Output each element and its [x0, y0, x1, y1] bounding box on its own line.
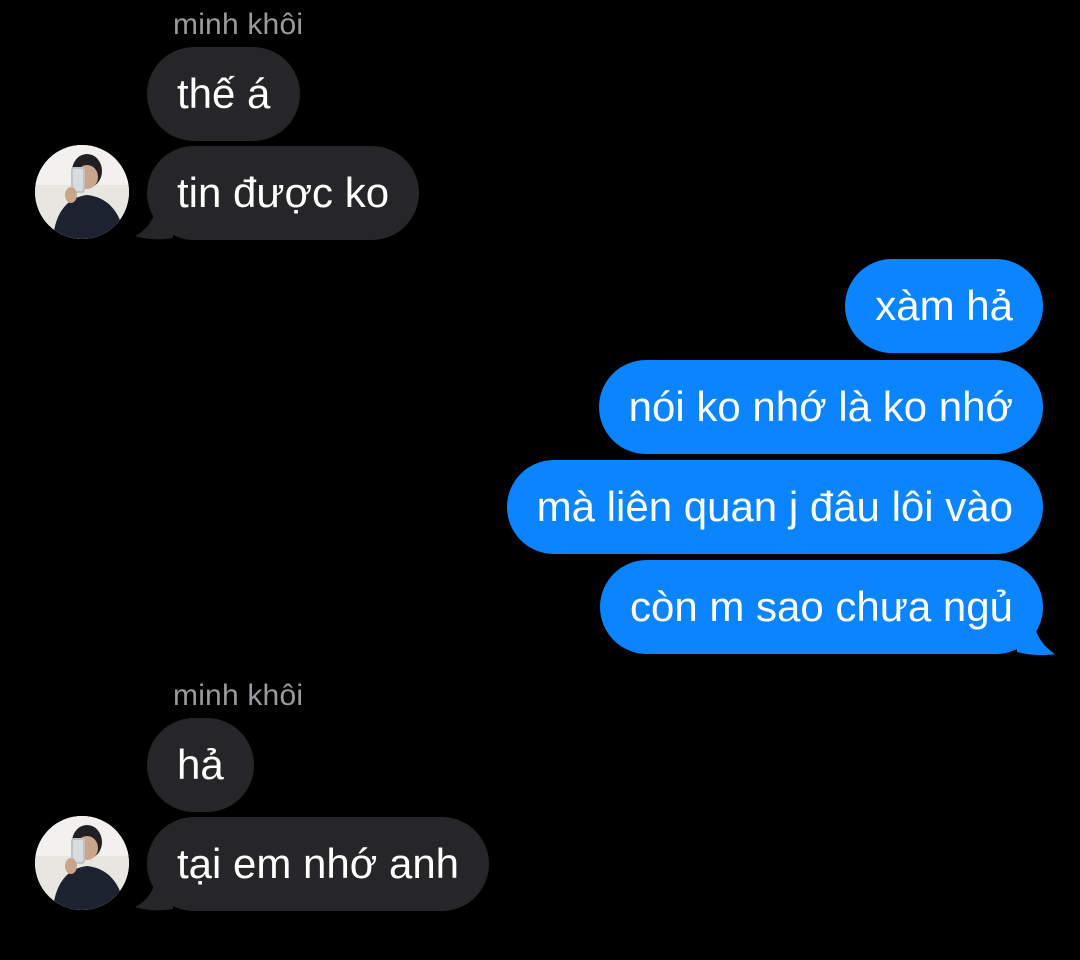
message-text: còn m sao chưa ngủ	[629, 583, 1013, 630]
contact-photo-avatar-icon	[35, 816, 129, 910]
message-text: xàm hả	[875, 282, 1013, 329]
message-text: thế á	[177, 70, 271, 117]
message-bubble-outgoing[interactable]: còn m sao chưa ngủ	[599, 560, 1043, 654]
message-bubble-outgoing[interactable]: nói ko nhớ là ko nhớ	[598, 360, 1043, 454]
message-text: mà liên quan j đâu lôi vào	[536, 483, 1013, 530]
message-text: tin được ko	[177, 169, 390, 216]
avatar[interactable]	[35, 816, 129, 910]
sender-name: minh khôi	[173, 8, 304, 41]
message-bubble-incoming[interactable]: tại em nhớ anh	[147, 817, 490, 911]
message-bubble-incoming[interactable]: hả	[147, 718, 254, 812]
message-text: nói ko nhớ là ko nhớ	[628, 383, 1013, 430]
contact-photo-avatar-icon	[35, 145, 129, 239]
bubble-tail-outgoing	[1017, 616, 1055, 656]
message-text: tại em nhớ anh	[177, 840, 460, 887]
bubble-tail-incoming	[135, 200, 173, 240]
message-bubble-incoming[interactable]: thế á	[147, 47, 301, 141]
bubble-tail-incoming	[135, 871, 173, 911]
avatar[interactable]	[35, 145, 129, 239]
message-text: hả	[177, 741, 224, 788]
message-bubble-outgoing[interactable]: xàm hả	[845, 259, 1043, 353]
message-bubble-incoming[interactable]: tin được ko	[147, 146, 420, 240]
message-bubble-outgoing[interactable]: mà liên quan j đâu lôi vào	[506, 460, 1043, 554]
sender-name: minh khôi	[173, 679, 304, 712]
